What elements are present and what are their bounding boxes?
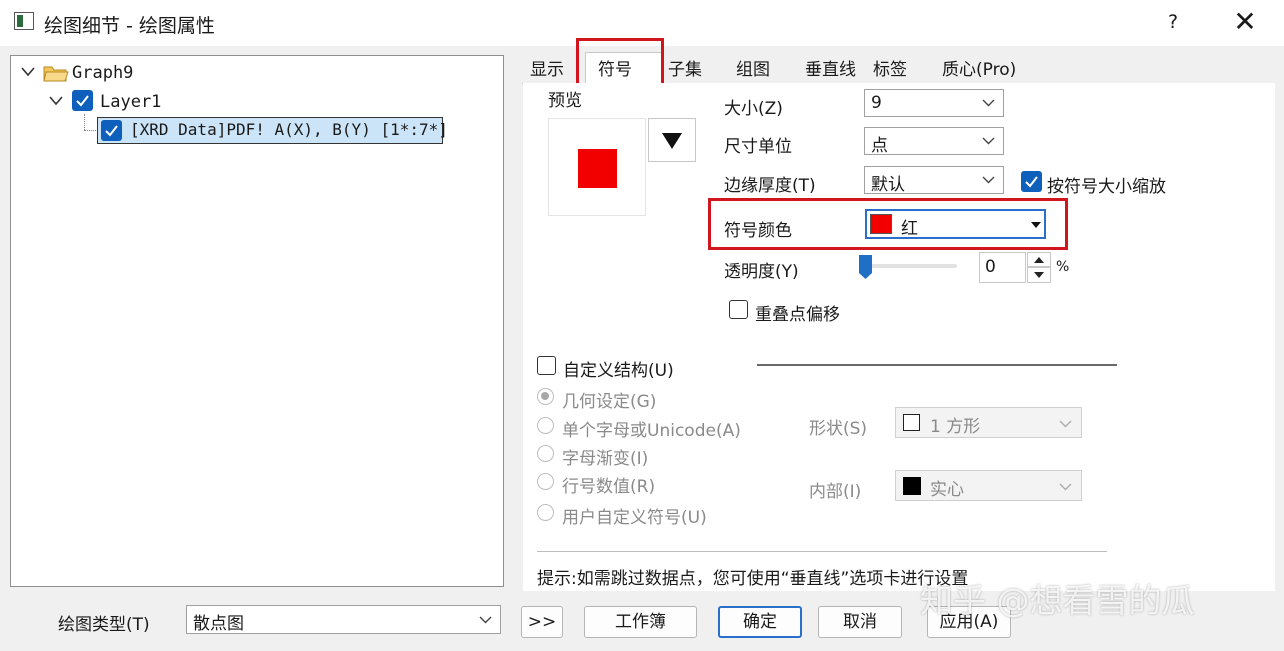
radio-geometric-label: 几何设定(G) bbox=[562, 392, 657, 412]
square-icon bbox=[903, 414, 920, 431]
triangle-up-icon bbox=[1034, 257, 1044, 263]
custom-checkbox-label: 自定义结构(U) bbox=[563, 361, 674, 381]
hint-text: 提示:如需跳过数据点，您可使用“垂直线”选项卡进行设置 bbox=[537, 569, 969, 589]
chevron-down-icon bbox=[1059, 483, 1072, 491]
interior-combo[interactable]: 实心 bbox=[895, 470, 1082, 501]
spin-down-button[interactable] bbox=[1027, 267, 1051, 283]
preview-square bbox=[578, 149, 617, 188]
ok-button[interactable]: 确定 bbox=[718, 606, 802, 638]
tree-item-plot-label: [XRD Data]PDF! A(X), B(Y) [1*:7*] bbox=[130, 120, 448, 139]
chevron-down-icon bbox=[1059, 420, 1072, 428]
tree-connector bbox=[84, 114, 85, 130]
color-value: 红 bbox=[901, 219, 918, 239]
tab-labels[interactable]: 标签 bbox=[873, 58, 907, 82]
triangle-down-icon bbox=[662, 133, 682, 149]
radio-geometric[interactable] bbox=[537, 388, 554, 405]
workbook-button[interactable]: 工作簿 bbox=[584, 606, 697, 638]
spin-up-button[interactable] bbox=[1027, 252, 1051, 267]
expand-button[interactable]: >> bbox=[521, 606, 563, 638]
radio-letter-increment-label: 字母渐变(I) bbox=[562, 449, 649, 469]
radio-single-char[interactable] bbox=[537, 417, 554, 434]
plot-type-label: 绘图类型(T) bbox=[58, 615, 150, 635]
radio-user-defined-label: 用户自定义符号(U) bbox=[562, 508, 707, 528]
triangle-down-icon bbox=[1034, 272, 1044, 278]
unit-label: 尺寸单位 bbox=[724, 137, 792, 157]
color-combo[interactable]: 红 bbox=[865, 209, 1046, 239]
preview-menu-button[interactable] bbox=[648, 118, 696, 162]
preview-label: 预览 bbox=[548, 91, 582, 111]
tree-item-plot-selected[interactable]: [XRD Data]PDF! A(X), B(Y) [1*:7*] bbox=[97, 117, 448, 144]
window-title: 绘图细节 - 绘图属性 bbox=[44, 15, 215, 37]
plot-tree: Graph9 Layer1 [XRD Data]PDF! A(X), B(Y) … bbox=[10, 55, 504, 587]
chevron-down-icon bbox=[982, 99, 995, 107]
edge-combo[interactable]: 默认 bbox=[864, 166, 1004, 195]
custom-checkbox[interactable] bbox=[537, 356, 556, 375]
transparency-label: 透明度(Y) bbox=[724, 262, 799, 282]
plot-type-combo[interactable]: 散点图 bbox=[186, 605, 501, 634]
size-value: 9 bbox=[871, 93, 882, 113]
unit-combo[interactable]: 点 bbox=[864, 127, 1004, 156]
chevron-down-icon bbox=[479, 616, 492, 624]
tab-drop-lines[interactable]: 垂直线 bbox=[805, 58, 856, 82]
plot-checkbox[interactable] bbox=[101, 120, 122, 141]
color-label: 符号颜色 bbox=[724, 221, 792, 241]
chevron-down-icon[interactable] bbox=[21, 67, 35, 79]
size-combo[interactable]: 9 bbox=[864, 89, 1004, 117]
overlap-checkbox[interactable] bbox=[729, 300, 748, 319]
caret-down-icon bbox=[1031, 222, 1041, 228]
hint-separator bbox=[537, 551, 1107, 552]
radio-row-number-label: 行号数值(R) bbox=[562, 477, 656, 497]
help-button[interactable]: ? bbox=[1160, 8, 1186, 36]
color-swatch bbox=[870, 214, 892, 234]
line-preview bbox=[757, 364, 1117, 366]
tab-group[interactable]: 组图 bbox=[736, 58, 770, 82]
transparency-slider-track[interactable] bbox=[860, 264, 957, 268]
radio-single-char-label: 单个字母或Unicode(A) bbox=[562, 421, 741, 441]
watermark: 知乎 @想看雪的瓜 bbox=[920, 581, 1195, 620]
plot-type-value: 散点图 bbox=[193, 614, 244, 634]
tab-display[interactable]: 显示 bbox=[530, 58, 564, 82]
app-icon bbox=[14, 12, 34, 30]
edge-value: 默认 bbox=[871, 175, 905, 195]
shape-label: 形状(S) bbox=[809, 419, 868, 439]
cancel-button[interactable]: 取消 bbox=[818, 606, 902, 638]
scale-checkbox-label: 按符号大小缩放 bbox=[1047, 177, 1166, 197]
unit-value: 点 bbox=[871, 136, 888, 156]
overlap-checkbox-label: 重叠点偏移 bbox=[755, 305, 840, 325]
transparency-input[interactable]: 0 bbox=[979, 252, 1026, 283]
symbol-preview bbox=[548, 118, 646, 216]
radio-letter-increment[interactable] bbox=[537, 445, 554, 462]
tab-centroid[interactable]: 质心(Pro) bbox=[942, 58, 1016, 82]
percent-unit: % bbox=[1056, 259, 1070, 275]
folder-icon bbox=[43, 63, 69, 88]
radio-user-defined[interactable] bbox=[537, 504, 554, 521]
transparency-slider-thumb[interactable] bbox=[858, 254, 873, 280]
transparency-value: 0 bbox=[985, 257, 996, 277]
layer-checkbox[interactable] bbox=[72, 90, 93, 111]
shape-combo[interactable]: 1 方形 bbox=[895, 407, 1082, 438]
chevron-down-icon bbox=[982, 176, 995, 184]
solid-square-icon bbox=[903, 477, 921, 495]
tree-item-layer[interactable]: Layer1 bbox=[100, 92, 161, 112]
chevron-down-icon[interactable] bbox=[49, 96, 63, 108]
radio-row-number[interactable] bbox=[537, 473, 554, 490]
close-button[interactable]: ✕ bbox=[1228, 6, 1262, 38]
size-label: 大小(Z) bbox=[724, 99, 783, 119]
shape-value: 1 方形 bbox=[930, 417, 981, 437]
edge-label: 边缘厚度(T) bbox=[724, 176, 816, 196]
scale-checkbox[interactable] bbox=[1021, 171, 1042, 192]
chevron-down-icon bbox=[982, 137, 995, 145]
interior-label: 内部(I) bbox=[809, 482, 862, 502]
tree-item-graph[interactable]: Graph9 bbox=[72, 63, 133, 83]
interior-value: 实心 bbox=[930, 480, 964, 500]
tree-connector bbox=[84, 130, 96, 131]
tab-subset[interactable]: 子集 bbox=[668, 58, 702, 82]
